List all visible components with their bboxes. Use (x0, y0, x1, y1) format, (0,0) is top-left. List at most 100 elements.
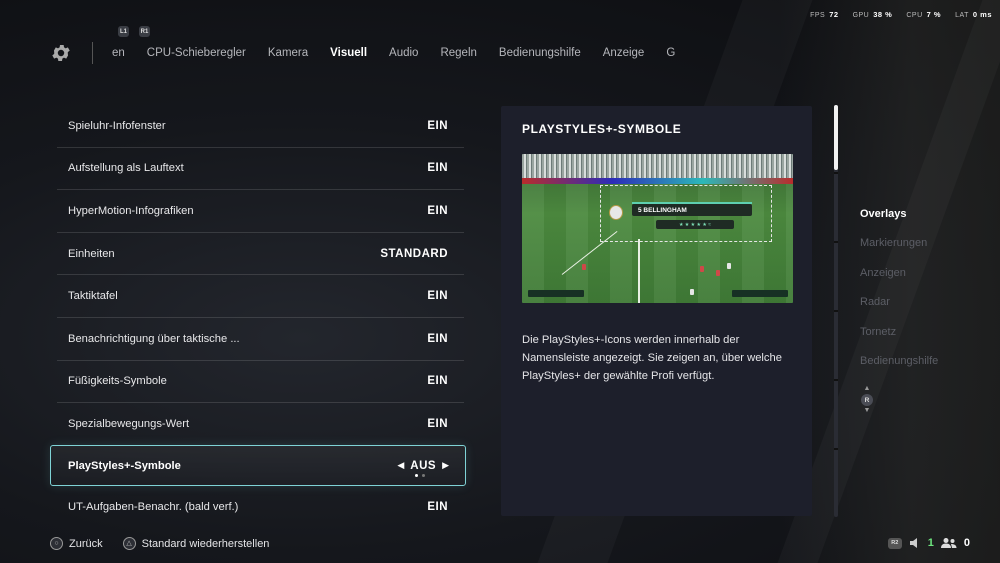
back-label[interactable]: Zurück (69, 538, 103, 550)
setting-row-spezialbewegungs-wert[interactable]: Spezialbewegungs-Wert EIN (57, 403, 464, 445)
page-dot (422, 474, 425, 478)
setting-value: EIN (427, 501, 448, 514)
r1-button-icon[interactable]: R1 (139, 26, 150, 37)
option-selector[interactable]: ◀ AUS ▶ (397, 460, 449, 472)
arrow-left-icon[interactable]: ◀ (397, 460, 404, 471)
tab-regeln[interactable]: Regeln (440, 47, 476, 63)
setting-label: Spieluhr-Infofenster (68, 119, 166, 132)
stadium-crowd (522, 154, 793, 178)
setting-label: Taktiktafel (68, 290, 118, 303)
player-name: 5 BELLINGHAM (638, 206, 687, 214)
cpu-readout: CPU 7 % (906, 10, 942, 19)
section-markierungen[interactable]: Markierungen (860, 237, 938, 266)
player-nameplate: 5 BELLINGHAM (632, 202, 752, 216)
arrow-right-icon[interactable]: ▶ (442, 460, 449, 471)
stamina-bar (632, 202, 752, 204)
page-dot-active (415, 474, 418, 478)
setting-label: Aufstellung als Lauftext (68, 162, 184, 175)
gpu-readout: GPU 38 % (852, 10, 893, 19)
nav-divider (92, 42, 93, 64)
right-stick-scroll-hint: ▲ R ▼ (860, 385, 874, 415)
scrollbar-segment-divider (834, 448, 838, 450)
setting-value: EIN (427, 332, 448, 345)
info-panel: PLAYSTYLES+-SYMBOLE 5 BELLINGHAM ★ ★ ★ ★… (501, 106, 812, 516)
scrollbar-segment-divider (834, 310, 838, 312)
setting-value: EIN (427, 162, 448, 175)
scrollbar-segment-divider (834, 379, 838, 381)
tab-truncated[interactable]: G (666, 47, 675, 63)
footer-controls: ○ Zurück △ Standard wiederherstellen (50, 537, 269, 550)
setting-label: Einheiten (68, 247, 115, 260)
section-nav: Overlays Markierungen Anzeigen Radar Tor… (860, 208, 938, 384)
player-figure (716, 270, 720, 276)
chevron-up-icon: ▲ (863, 385, 871, 392)
speaker-icon (909, 538, 917, 548)
setting-value: EIN (427, 417, 448, 430)
mini-nameplate (528, 290, 584, 297)
circle-button-icon[interactable]: ○ (50, 537, 63, 550)
tab-anzeige[interactable]: Anzeige (603, 47, 645, 63)
triangle-button-icon[interactable]: △ (122, 537, 136, 550)
setting-row-taktiktafel[interactable]: Taktiktafel EIN (57, 275, 464, 318)
setting-value: AUS (410, 459, 437, 472)
playstyles-icons: ★ ★ ★ ★ ★ ≈ (656, 220, 734, 229)
tab-audio[interactable]: Audio (389, 47, 418, 63)
setting-value: EIN (427, 290, 448, 303)
setting-row-einheiten[interactable]: Einheiten STANDARD (57, 233, 464, 276)
gear-icon[interactable] (50, 42, 72, 64)
settings-tabs: en CPU-Schieberegler Kamera Visuell Audi… (112, 47, 700, 63)
tab-en[interactable]: en (112, 47, 125, 63)
player-figure (582, 264, 586, 270)
player-figure (727, 263, 731, 269)
scrollbar-thumb[interactable] (834, 105, 838, 170)
r2-button-icon[interactable]: R2 (887, 537, 902, 549)
tab-kamera[interactable]: Kamera (268, 47, 308, 63)
reset-defaults-label[interactable]: Standard wiederherstellen (142, 538, 270, 550)
voice-count: 1 (927, 537, 934, 549)
club-crest-icon (609, 205, 623, 220)
setting-value: STANDARD (380, 247, 448, 260)
performance-overlay: FPS 72 GPU 38 % CPU 7 % LAT 0 ms (810, 10, 992, 19)
setting-row-playstyles-symbole[interactable]: PlayStyles+-Symbole ◀ AUS ▶ (50, 444, 466, 487)
setting-label: Füßigkeits-Symbole (68, 375, 167, 388)
section-anzeigen[interactable]: Anzeigen (860, 267, 938, 296)
setting-row-benachrichtigung-taktische[interactable]: Benachrichtigung über taktische ... EIN (57, 318, 464, 361)
player-figure (690, 289, 694, 295)
setting-label: HyperMotion-Infografiken (68, 204, 194, 217)
mini-nameplate (732, 290, 788, 297)
right-stick-icon[interactable]: R (861, 394, 873, 406)
status-area: R2 1 0 (887, 537, 970, 549)
party-icon (940, 538, 957, 548)
scrollbar-segment-divider (834, 241, 838, 243)
scrollbar-segment-divider (834, 172, 838, 174)
section-overlays[interactable]: Overlays (860, 208, 938, 237)
section-bedienungshilfe[interactable]: Bedienungshilfe (860, 355, 938, 384)
setting-value: EIN (427, 204, 448, 217)
party-count: 0 (963, 537, 970, 549)
setting-row-hypermotion-infografiken[interactable]: HyperMotion-Infografiken EIN (57, 190, 464, 233)
player-figure (700, 266, 704, 272)
section-radar[interactable]: Radar (860, 296, 938, 325)
setting-row-aufstellung-als-lauftext[interactable]: Aufstellung als Lauftext EIN (57, 148, 464, 191)
l1-button-icon[interactable]: L1 (118, 26, 129, 37)
chevron-down-icon: ▼ (863, 407, 871, 414)
preview-image: 5 BELLINGHAM ★ ★ ★ ★ ★ ≈ (522, 154, 793, 303)
setting-label: Spezialbewegungs-Wert (68, 417, 190, 430)
tab-visuell[interactable]: Visuell (330, 47, 367, 63)
setting-label: PlayStyles+-Symbole (68, 459, 181, 472)
panel-title: PLAYSTYLES+-SYMBOLE (522, 122, 682, 136)
fps-readout: FPS 72 (810, 10, 839, 19)
setting-label: Benachrichtigung über taktische ... (68, 332, 240, 345)
setting-value: EIN (427, 119, 448, 132)
latency-readout: LAT 0 ms (955, 10, 992, 19)
tab-bedienungshilfe[interactable]: Bedienungshilfe (499, 47, 581, 63)
setting-row-fuessigkeits-symbole[interactable]: Füßigkeits-Symbole EIN (57, 361, 464, 404)
setting-label: UT-Aufgaben-Benachr. (bald verf.) (68, 501, 239, 514)
setting-value: EIN (427, 375, 448, 388)
setting-row-spieluhr-infofenster[interactable]: Spieluhr-Infofenster EIN (57, 105, 464, 148)
pitch-line (638, 239, 640, 303)
setting-row-ut-aufgaben-benachr[interactable]: UT-Aufgaben-Benachr. (bald verf.) EIN (57, 486, 464, 528)
tab-cpu-schieberegler[interactable]: CPU-Schieberegler (147, 47, 246, 63)
settings-list: Spieluhr-Infofenster EIN Aufstellung als… (50, 105, 466, 528)
section-tornetz[interactable]: Tornetz (860, 326, 938, 355)
